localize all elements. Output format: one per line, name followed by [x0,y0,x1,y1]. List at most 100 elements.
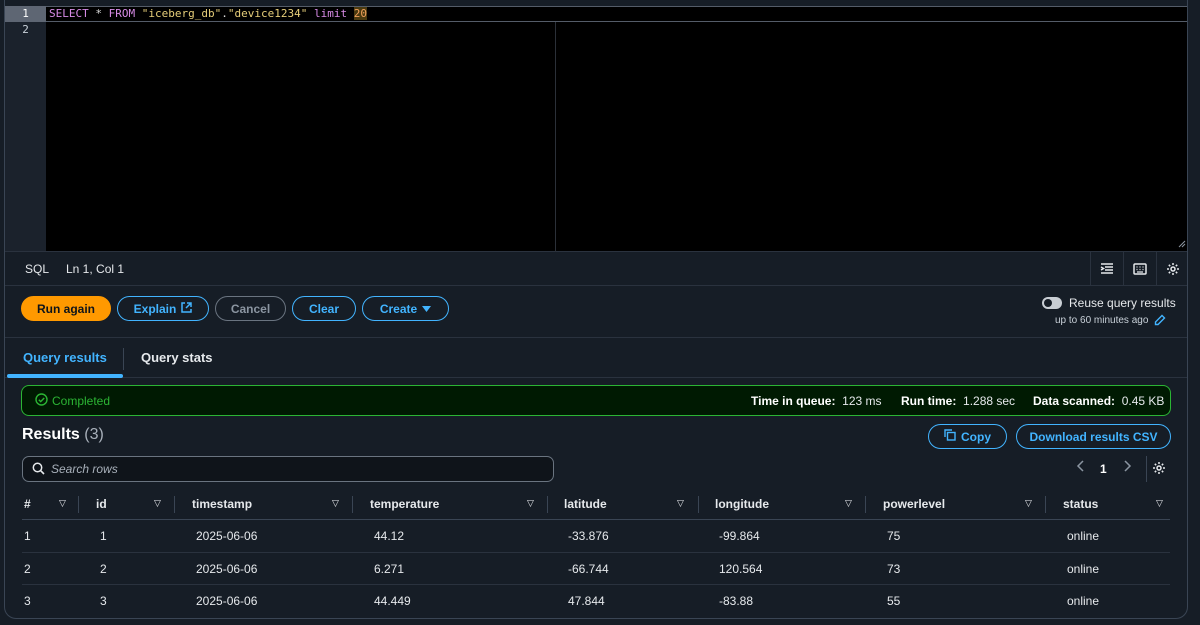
sql-editor[interactable]: 1 2 SELECT * FROM "iceberg_db"."device12… [5,6,1187,252]
cancel-button[interactable]: Cancel [215,296,286,321]
table-cell: 55 [887,594,901,608]
table-cell: 73 [887,561,901,576]
sql-identifier: "iceberg_db" [141,7,222,20]
previous-page-icon[interactable] [1076,459,1086,476]
column-header[interactable]: powerlevel [883,488,945,520]
table-row: 1 1 2025-06-06 44.12 -33.876 -99.864 75 … [22,520,1170,553]
table-cell: 1 [100,529,107,543]
line-number: 2 [22,23,29,36]
copy-button[interactable]: Copy [928,424,1007,449]
table-row: 2 2 2025-06-06 6.271 -66.744 120.564 73 … [22,553,1170,585]
table-cell: online [1067,594,1100,608]
column-header[interactable]: longitude [715,488,769,520]
table-cell: 120.564 [719,561,763,576]
sort-icon[interactable]: ▽ [845,498,852,509]
sql-identifier: "device1234" [227,7,308,20]
tab-query-stats[interactable]: Query stats [141,338,213,378]
tab-divider [123,348,124,370]
column-resizer[interactable] [1045,496,1046,513]
reuse-results-duration: up to 60 minutes ago [1055,315,1149,326]
table-preferences-gear-icon[interactable] [1152,461,1166,478]
table-cell: 44.449 [374,594,411,608]
table-cell: -99.864 [719,529,760,543]
reuse-results-toggle[interactable] [1042,297,1062,309]
external-link-icon [181,301,193,316]
sql-number: 20 [353,7,367,20]
run-again-button[interactable]: Run again [21,296,111,321]
column-header[interactable]: temperature [370,488,439,520]
next-page-icon[interactable] [1122,459,1132,476]
queue-time-label: Time in queue: [751,394,836,408]
explain-button[interactable]: Explain [117,296,209,321]
sort-icon[interactable]: ▽ [677,498,684,509]
column-resizer[interactable] [352,496,353,513]
table-cell: 2025-06-06 [196,529,258,543]
clear-button[interactable]: Clear [292,296,356,321]
table-header: # ▽ id ▽ timestamp ▽ temperature ▽ latit… [22,488,1170,520]
cursor-position: Ln 1, Col 1 [66,262,125,276]
reuse-results-label: Reuse query results [1069,296,1176,310]
query-status-banner: Completed Time in queue: 123 ms Run time… [21,385,1171,416]
table-cell: online [1067,529,1100,543]
sql-query-text[interactable]: SELECT * FROM "iceberg_db"."device1234" … [49,7,367,21]
table-cell: -66.744 [568,561,609,576]
create-label: Create [379,301,418,316]
current-page[interactable]: 1 [1100,462,1107,476]
edit-pencil-icon[interactable] [1154,314,1166,329]
column-header[interactable]: # [24,488,31,520]
active-tab-indicator [7,374,123,378]
download-csv-button[interactable]: Download results CSV [1016,424,1171,449]
column-header[interactable]: timestamp [192,488,252,520]
run-time-value: 1.288 sec [963,394,1016,408]
check-circle-icon [35,393,48,409]
results-table: # ▽ id ▽ timestamp ▽ temperature ▽ latit… [22,488,1170,618]
table-row: 3 3 2025-06-06 44.449 47.844 -83.88 55 o… [22,585,1170,618]
sql-keyword: limit [313,7,348,20]
table-cell: 75 [887,529,901,543]
sort-icon[interactable]: ▽ [154,498,161,509]
keyboard-shortcuts-icon[interactable] [1123,252,1156,286]
status-text: Completed [52,394,111,408]
editor-gutter: 1 2 [5,6,46,251]
table-cell: 6.271 [374,561,405,576]
table-cell: 3 [24,594,31,608]
data-scanned-label: Data scanned: [1033,394,1116,408]
pager-divider [1146,456,1147,482]
sort-icon[interactable]: ▽ [527,498,534,509]
copy-label: Copy [961,429,991,444]
table-cell: -83.88 [719,594,754,608]
column-resizer[interactable] [698,496,699,513]
sql-operator: * [95,7,102,20]
table-cell: 2025-06-06 [196,561,258,576]
data-scanned-value: 0.45 KB [1121,394,1165,408]
column-resizer[interactable] [865,496,866,513]
sort-icon[interactable]: ▽ [332,498,339,509]
column-header[interactable]: status [1063,488,1098,520]
table-cell: 47.844 [568,594,605,608]
column-resizer[interactable] [174,496,175,513]
create-dropdown-button[interactable]: Create [362,296,449,321]
sort-icon[interactable]: ▽ [1156,498,1163,509]
print-margin [555,22,556,252]
sort-icon[interactable]: ▽ [1025,498,1032,509]
column-header[interactable]: id [96,488,107,520]
settings-gear-icon[interactable] [1156,252,1187,286]
query-actions-bar: Run again Explain Cancel Clear Create Re… [5,286,1187,338]
table-cell: 2025-06-06 [196,594,258,608]
explain-label: Explain [133,301,177,316]
sort-icon[interactable]: ▽ [59,498,66,509]
resize-handle-icon[interactable] [1177,239,1186,248]
line-number: 1 [5,6,46,22]
tab-query-results[interactable]: Query results [23,338,107,378]
table-cell: 2 [24,561,31,576]
table-cell: online [1067,561,1100,576]
search-icon [32,462,45,478]
search-rows-input[interactable] [51,460,541,478]
column-resizer[interactable] [78,496,79,513]
editor-statusbar: SQL Ln 1, Col 1 [5,252,1187,286]
results-title: Results [22,426,80,443]
format-query-icon[interactable] [1090,252,1123,286]
column-header[interactable]: latitude [564,488,607,520]
column-resizer[interactable] [547,496,548,513]
run-time-label: Run time: [901,394,957,408]
